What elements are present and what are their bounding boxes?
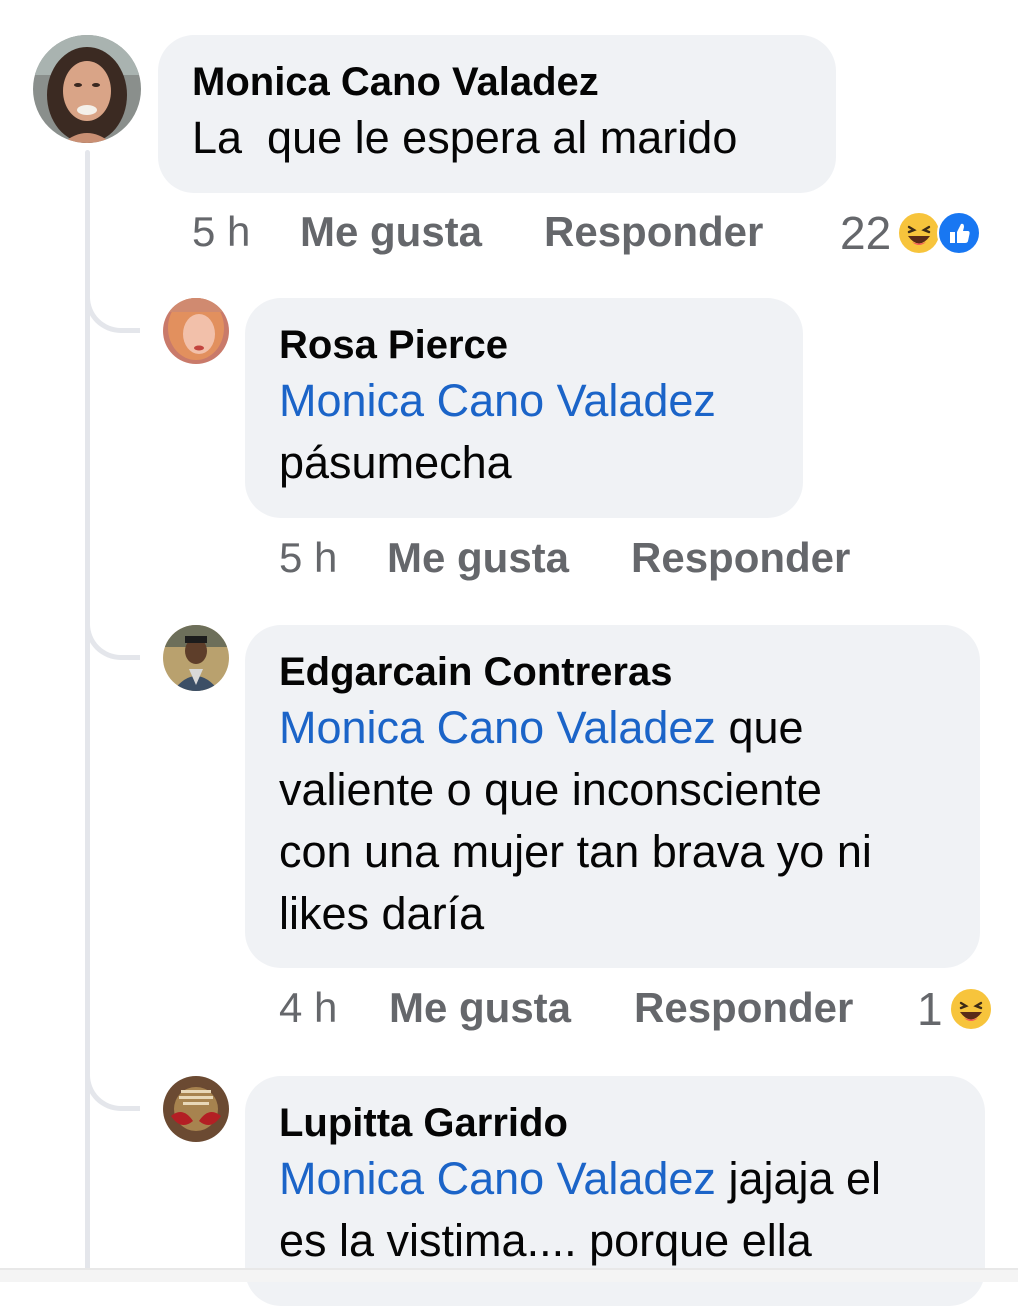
comment-bubble[interactable]: Edgarcain Contreras Monica Cano Valadez … — [245, 625, 980, 968]
comment-text-line: likes daría — [279, 888, 485, 939]
mention-link[interactable]: Monica Cano Valadez — [279, 1153, 716, 1204]
avatar-rosa[interactable] — [163, 298, 229, 364]
comment-actions: 5 h Me gusta Responder — [192, 207, 792, 257]
comment-text-inline: que — [715, 702, 804, 753]
reaction-summary[interactable]: 1 — [917, 982, 993, 1036]
comment-actions: 5 h Me gusta Responder — [279, 533, 879, 583]
comment-author[interactable]: Monica Cano Valadez — [192, 57, 802, 107]
reply-button[interactable]: Responder — [544, 207, 763, 257]
comment-text-line: con una mujer tan brava yo ni — [279, 826, 872, 877]
profile-photo-icon — [163, 1076, 229, 1142]
comment-time[interactable]: 4 h — [279, 983, 337, 1033]
comment-text-inline: jajaja el — [715, 1153, 882, 1204]
comment-actions: 4 h Me gusta Responder — [279, 983, 879, 1033]
profile-photo-icon — [163, 298, 229, 364]
mention-link[interactable]: Monica Cano Valadez — [279, 375, 716, 426]
comment-author[interactable]: Lupitta Garrido — [279, 1098, 951, 1148]
avatar-edgarcain[interactable] — [163, 625, 229, 691]
comment-text: Monica Cano Valadez pásumecha — [279, 370, 769, 494]
reply-connector — [85, 620, 140, 660]
avatar-monica[interactable] — [33, 35, 141, 143]
reaction-count: 1 — [917, 983, 943, 1035]
reaction-summary[interactable]: 22 — [840, 206, 982, 260]
avatar-lupitta[interactable] — [163, 1076, 229, 1142]
comment-author[interactable]: Rosa Pierce — [279, 320, 769, 370]
comment-bubble[interactable]: Rosa Pierce Monica Cano Valadez pásumech… — [245, 298, 803, 518]
mention-link[interactable]: Monica Cano Valadez — [279, 702, 716, 753]
reply-button[interactable]: Responder — [634, 983, 853, 1033]
haha-icon — [948, 987, 993, 1031]
profile-photo-icon — [33, 35, 141, 143]
reply-button[interactable]: Responder — [631, 533, 850, 583]
comment-text: La que le espera al marido — [192, 112, 738, 163]
reply-connector — [85, 1071, 140, 1111]
profile-photo-icon — [163, 625, 229, 691]
comment-text: Monica Cano Valadez que valiente o que i… — [279, 697, 946, 945]
haha-icon — [897, 211, 942, 255]
like-button[interactable]: Me gusta — [389, 983, 571, 1033]
thread-line — [85, 150, 90, 1280]
comment-text-line: pásumecha — [279, 437, 512, 488]
like-icon — [937, 211, 982, 255]
comment-time[interactable]: 5 h — [279, 533, 337, 583]
comment-text-line: valiente o que inconsciente — [279, 764, 822, 815]
comment-author[interactable]: Edgarcain Contreras — [279, 647, 946, 697]
like-button[interactable]: Me gusta — [387, 533, 569, 583]
like-button[interactable]: Me gusta — [300, 207, 482, 257]
comment-text: Monica Cano Valadez jajaja el es la vist… — [279, 1148, 951, 1272]
comment-time[interactable]: 5 h — [192, 207, 250, 257]
comment-text-line: es la vistima.... porque ella — [279, 1215, 812, 1266]
reply-connector — [85, 293, 140, 333]
reaction-count: 22 — [840, 207, 892, 259]
comment-bubble[interactable]: Monica Cano Valadez La que le espera al … — [158, 35, 836, 193]
